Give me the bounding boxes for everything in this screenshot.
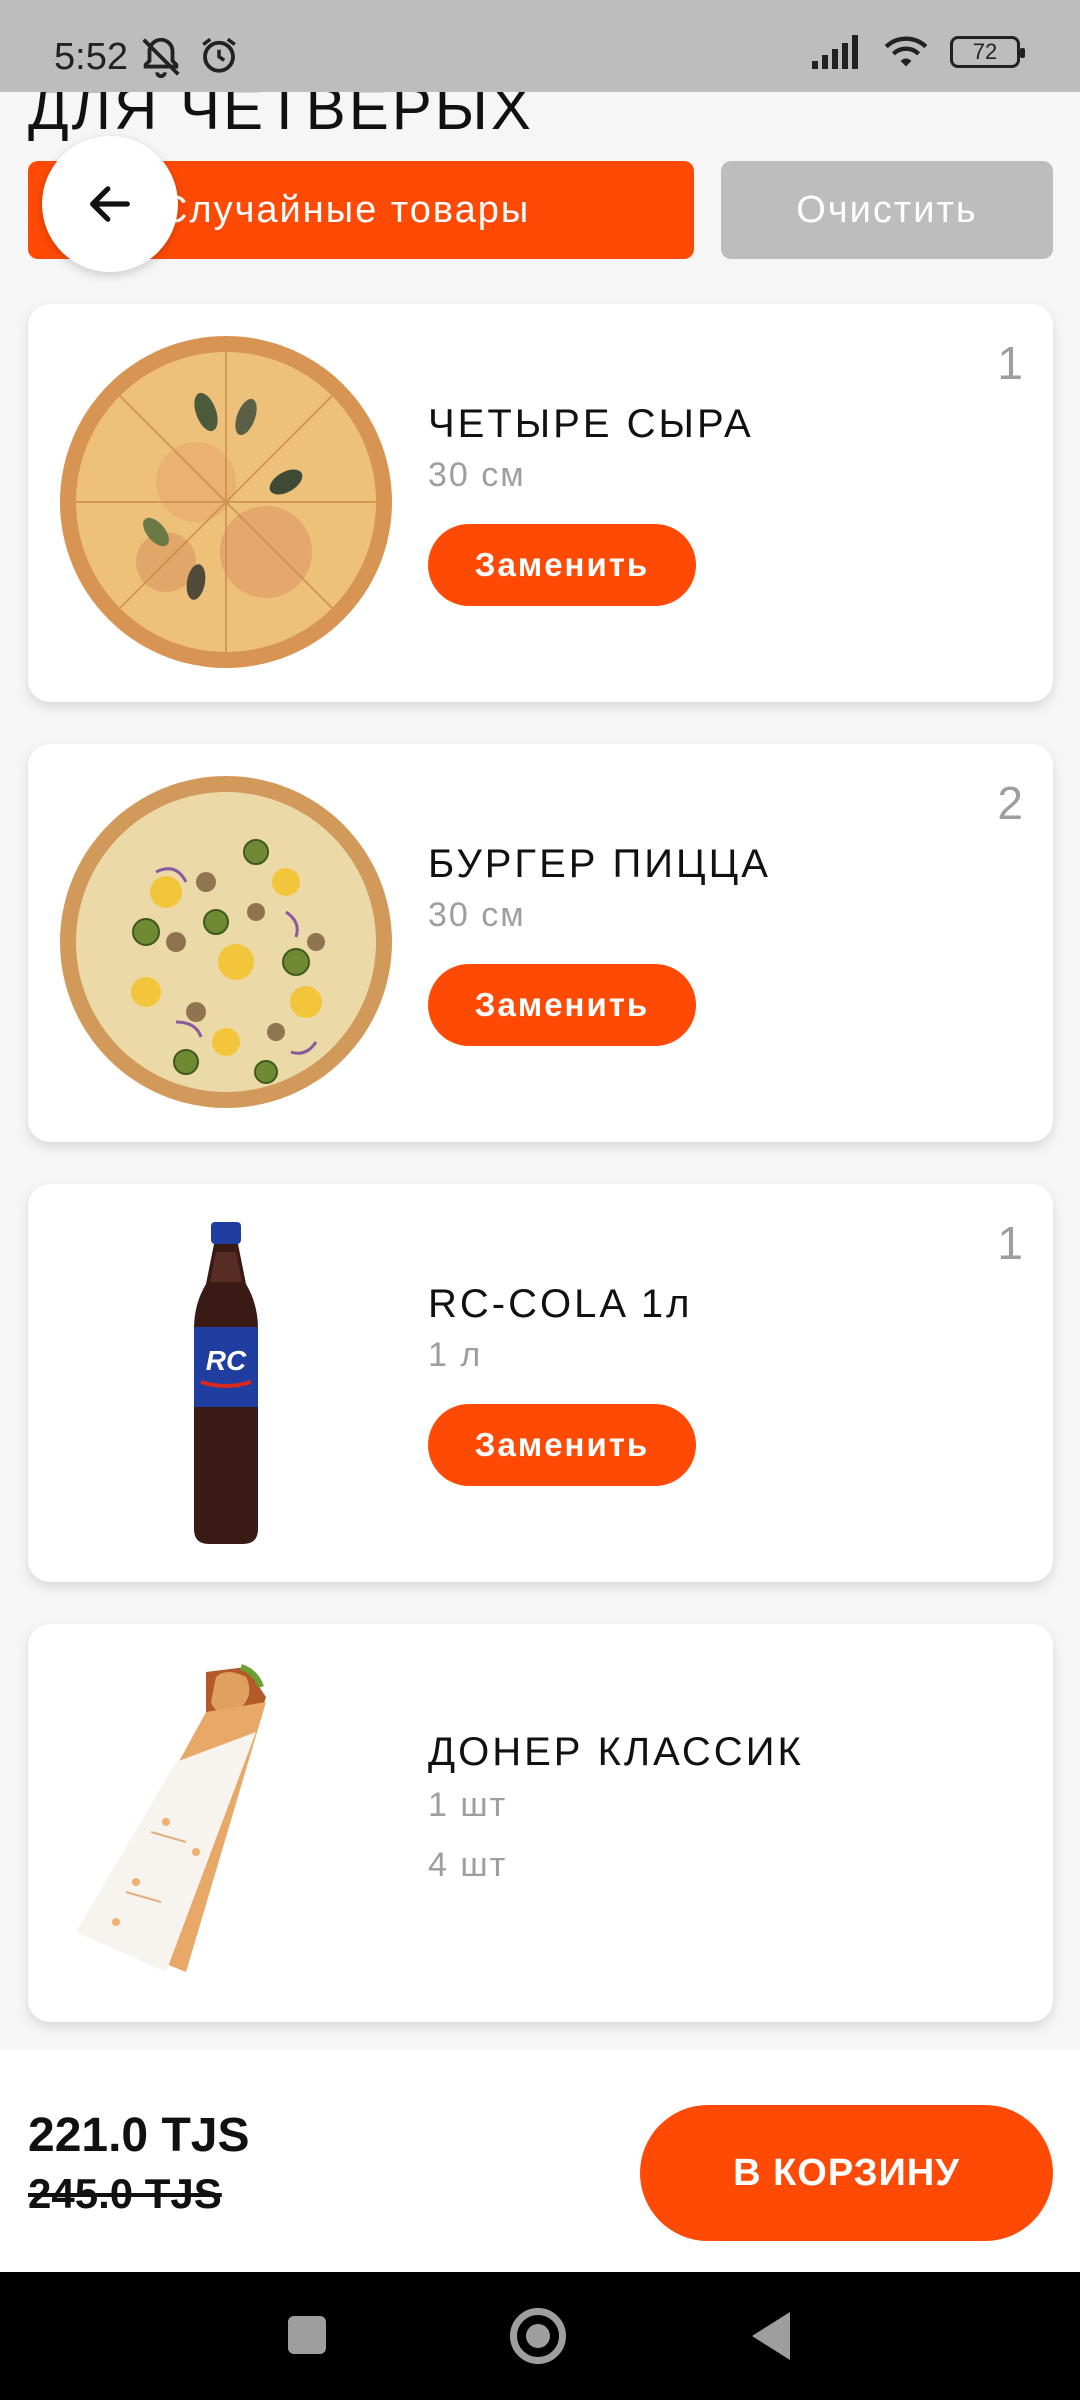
- pizza-burger-image: [60, 776, 392, 1108]
- product-quantity: 2: [997, 777, 1023, 829]
- product-size: 30 см: [428, 896, 526, 934]
- wifi-icon: [884, 36, 928, 67]
- svg-text:RC: RC: [206, 1345, 247, 1376]
- signal-icon: [812, 35, 858, 69]
- old-price: 245.0 TJS: [28, 2170, 222, 2217]
- recents-icon[interactable]: [288, 2316, 326, 2354]
- rc-cola-bottle-image: RC: [194, 1222, 258, 1544]
- alarm-icon: [202, 37, 236, 73]
- status-time: 5:52: [54, 36, 128, 78]
- replace-button[interactable]: Заменить: [428, 964, 696, 1046]
- arrow-left-icon: [90, 186, 130, 222]
- replace-button[interactable]: Заменить: [428, 1404, 696, 1486]
- product-card: ЧЕТЫРЕ СЫРА 30 см Заменить 1: [28, 304, 1053, 702]
- system-nav-bar: [0, 2272, 1080, 2400]
- pizza-four-cheese-image: [60, 336, 392, 668]
- product-quantity: 1: [997, 1217, 1023, 1269]
- total-price: 221.0 TJS: [28, 2109, 250, 2162]
- product-size: 30 см: [428, 456, 526, 494]
- product-card: ДОНЕР КЛАССИК 1 шт 4 шт: [28, 1624, 1053, 2022]
- product-card: БУРГЕР ПИЦЦА 30 см Заменить 2: [28, 744, 1053, 1142]
- back-button[interactable]: [42, 136, 178, 272]
- product-quantity: 1: [997, 337, 1023, 389]
- product-unit: 1 шт: [428, 1786, 508, 1824]
- product-extra-quantity: 4 шт: [428, 1846, 508, 1884]
- product-size: 1 л: [428, 1336, 483, 1374]
- back-triangle-icon[interactable]: [752, 2312, 790, 2360]
- bottom-bar: 221.0 TJS 245.0 TJS В КОРЗИНУ: [0, 2050, 1080, 2272]
- status-icons-left: [138, 34, 240, 80]
- battery-icon: 72: [950, 36, 1025, 68]
- product-name: RC-COLA 1л: [428, 1282, 693, 1326]
- clear-button[interactable]: Очистить: [721, 161, 1053, 259]
- status-bar: 5:52 72: [0, 0, 1080, 92]
- product-card: RC RC-COLA 1л 1 л Заменить 1: [28, 1184, 1053, 1582]
- home-icon[interactable]: [510, 2308, 566, 2364]
- add-to-cart-button[interactable]: В КОРЗИНУ: [640, 2105, 1053, 2241]
- product-name: ЧЕТЫРЕ СЫРА: [428, 402, 754, 446]
- product-name: БУРГЕР ПИЦЦА: [428, 842, 771, 886]
- product-name: ДОНЕР КЛАССИК: [428, 1730, 804, 1774]
- doner-wrap-image: [76, 1664, 266, 1972]
- battery-level: 72: [972, 39, 998, 64]
- replace-button[interactable]: Заменить: [428, 524, 696, 606]
- muted-bell-icon: [142, 37, 180, 79]
- status-icons-right: 72: [812, 34, 1025, 70]
